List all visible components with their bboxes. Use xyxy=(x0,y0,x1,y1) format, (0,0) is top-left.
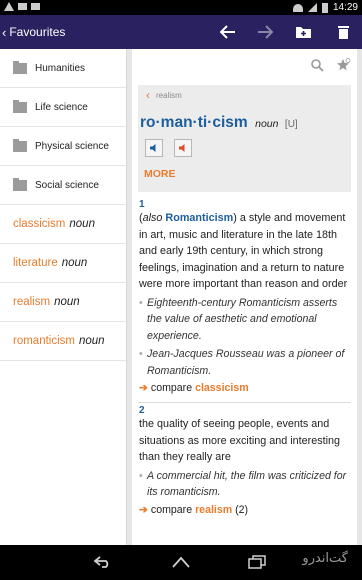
also-word-link[interactable]: Romanticism xyxy=(165,212,233,224)
status-time: 14:29 xyxy=(332,2,358,13)
entry-header: ro·man·ti·cism noun [U] MORE xyxy=(138,105,351,192)
example-sentence: Jean-Jacques Rousseau was a pioneer of R… xyxy=(139,346,349,379)
favourite-pos: noun xyxy=(61,257,88,269)
speaker-icon xyxy=(150,144,156,152)
search-icon xyxy=(311,59,324,72)
app-body: Humanities Life science Physical science… xyxy=(0,49,362,545)
compare-line: ➔ compare classicism xyxy=(139,382,349,394)
speaker-icon xyxy=(179,144,185,152)
image-notification-icon xyxy=(18,3,27,10)
folder-label: Social science xyxy=(35,179,99,191)
example-sentence: Eighteenth-century Romanticism asserts t… xyxy=(139,295,349,345)
folder-item-physical-science[interactable]: Physical science xyxy=(0,127,126,166)
recents-icon xyxy=(248,555,266,569)
add-favourite-button[interactable] xyxy=(336,58,351,78)
chevron-left-icon: ‹ xyxy=(2,24,7,40)
chevron-left-icon: ‹ xyxy=(146,88,150,102)
wifi-icon xyxy=(292,3,303,12)
forward-button[interactable] xyxy=(255,22,275,42)
navigation-bar: گت‌اندرو xyxy=(0,545,362,580)
sense-number: 1 xyxy=(139,199,145,210)
entry-toolbar xyxy=(311,58,351,78)
entry-pane: ‹ realism ro·man·ti·cism noun [U] MORE 1… xyxy=(132,49,357,545)
headword-line: ro·man·ti·cism noun [U] xyxy=(140,114,298,132)
favourite-pos: noun xyxy=(69,218,95,230)
audio-uk-button[interactable] xyxy=(145,139,163,157)
headword: ro·man·ti·cism xyxy=(140,114,248,131)
arrow-right-icon: ➔ xyxy=(139,503,148,516)
star-add-icon xyxy=(337,58,351,71)
favourite-item-romanticism[interactable]: romanticism noun xyxy=(0,322,126,361)
example-sentence: A commercial hit, the film was criticize… xyxy=(139,468,349,501)
sense-1: 1 (also Romanticism) a style and movemen… xyxy=(139,199,349,394)
favourites-sidebar: Humanities Life science Physical science… xyxy=(0,49,127,545)
folder-icon xyxy=(13,138,27,152)
folder-label: Physical science xyxy=(35,140,109,152)
nav-recents-button[interactable] xyxy=(246,552,268,572)
nav-home-button[interactable] xyxy=(170,552,192,572)
compare-link-classicism[interactable]: classicism xyxy=(195,382,249,394)
favourite-word: classicism xyxy=(13,218,66,230)
sense-number: 2 xyxy=(139,405,145,416)
delete-icon xyxy=(337,25,349,39)
sense-definition: the quality of seeing people, events and… xyxy=(139,418,341,463)
favourite-item-classicism[interactable]: classicism noun xyxy=(0,205,126,244)
sense-2: 2 the quality of seeing people, events a… xyxy=(139,405,349,516)
search-button[interactable] xyxy=(311,59,324,77)
folder-icon xyxy=(13,177,27,191)
folder-label: Humanities xyxy=(35,62,86,74)
watermark: گت‌اندرو xyxy=(302,551,348,566)
sense-divider xyxy=(138,402,351,403)
favourite-word: literature xyxy=(13,257,58,269)
app-bar: ‹ Favourites xyxy=(0,15,362,49)
favourite-item-literature[interactable]: literature noun xyxy=(0,244,126,283)
system-icons: 14:29 xyxy=(292,2,358,13)
add-folder-button[interactable] xyxy=(293,22,313,42)
sense-definition: (also Romanticism) a style and movement … xyxy=(139,210,349,293)
compare-link-realism[interactable]: realism xyxy=(195,504,232,516)
favourite-word: romanticism xyxy=(13,335,75,347)
compare-sense-number: (2) xyxy=(235,503,249,516)
favourite-word: realism xyxy=(13,296,51,308)
mail-icon xyxy=(31,3,40,10)
signal-icon xyxy=(307,3,317,12)
forward-arrow-icon xyxy=(258,25,273,39)
breadcrumb-label: realism xyxy=(156,90,182,100)
folder-item-social-science[interactable]: Social science xyxy=(0,166,126,205)
home-icon xyxy=(172,556,190,568)
folder-label: Life science xyxy=(35,101,88,113)
notification-icons xyxy=(4,2,40,11)
compare-line: ➔ compare realism (2) xyxy=(139,504,349,516)
grammar-code: [U] xyxy=(284,119,298,130)
app-title: Favourites xyxy=(9,25,66,39)
back-arrow-icon xyxy=(220,25,235,39)
back-button[interactable] xyxy=(218,22,238,42)
more-button[interactable]: MORE xyxy=(144,168,176,180)
compare-label: compare xyxy=(150,503,193,516)
battery-icon xyxy=(321,2,328,13)
also-label: also xyxy=(142,212,163,224)
breadcrumb[interactable]: ‹ realism xyxy=(138,85,351,105)
nav-back-button[interactable] xyxy=(92,552,114,572)
folder-item-humanities[interactable]: Humanities xyxy=(0,49,126,88)
back-icon xyxy=(93,556,109,568)
favourite-pos: noun xyxy=(54,296,80,308)
audio-us-button[interactable] xyxy=(174,139,192,157)
folder-icon xyxy=(13,60,27,74)
folder-item-life-science[interactable]: Life science xyxy=(0,88,126,127)
arrow-right-icon: ➔ xyxy=(139,382,148,394)
up-navigation-button[interactable]: ‹ Favourites xyxy=(2,15,65,49)
warning-icon xyxy=(4,2,14,11)
folder-icon xyxy=(13,99,27,113)
favourite-pos: noun xyxy=(78,335,105,347)
delete-button[interactable] xyxy=(333,22,353,42)
compare-label: compare xyxy=(150,382,193,394)
status-bar: 14:29 xyxy=(0,0,362,15)
favourite-item-realism[interactable]: realism noun xyxy=(0,283,126,322)
headword-pos: noun xyxy=(255,118,279,130)
add-icon xyxy=(295,27,311,38)
